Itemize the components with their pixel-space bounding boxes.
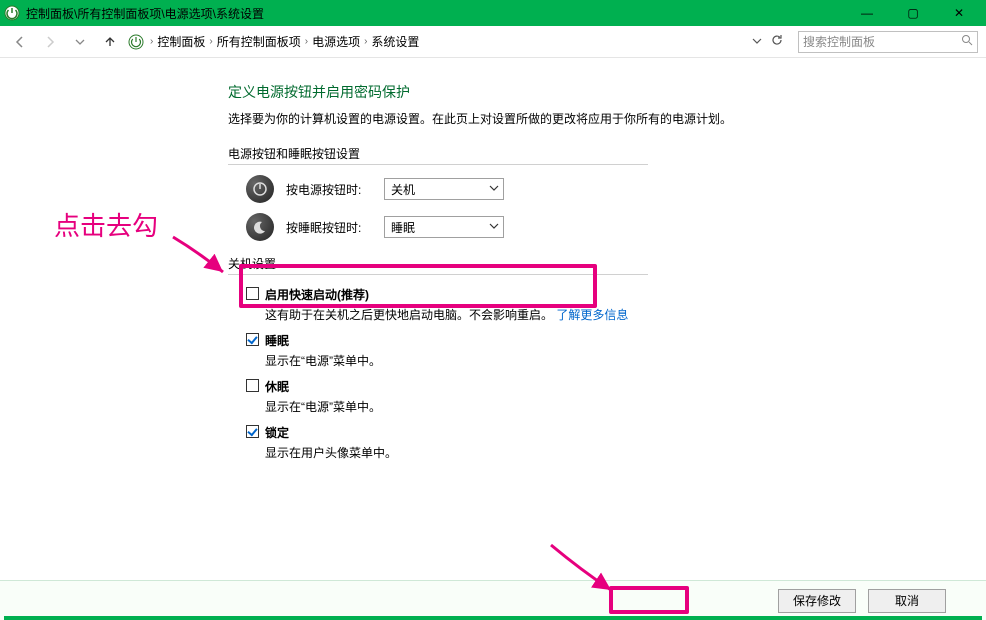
option-hibernate-desc: 显示在“电源”菜单中。 (265, 398, 986, 415)
search-icon (961, 34, 973, 49)
crumb-all-items[interactable]: 所有控制面板项 (217, 33, 301, 50)
title-bar: 控制面板\所有控制面板项\电源选项\系统设置 — ▢ ✕ (0, 0, 986, 26)
row-sleep-button: 按睡眠按钮时: 睡眠 (246, 213, 986, 241)
chevron-down-icon (489, 220, 499, 234)
chevron-right-icon: › (364, 36, 367, 47)
checkbox[interactable] (246, 379, 259, 392)
window-controls: — ▢ ✕ (844, 0, 982, 26)
power-icon (246, 175, 274, 203)
sleep-icon (246, 213, 274, 241)
option-label: 睡眠 (265, 334, 289, 348)
sleep-button-label: 按睡眠按钮时: (286, 219, 372, 236)
annotation-arrow-1 (168, 232, 238, 282)
location-icon (128, 34, 144, 50)
annotation-arrow-2 (546, 540, 626, 600)
sleep-button-select[interactable]: 睡眠 (384, 216, 504, 238)
search-placeholder: 搜索控制面板 (803, 33, 961, 50)
footer-bar: 保存修改 取消 (0, 580, 986, 620)
chevron-right-icon: › (150, 36, 153, 47)
shutdown-options-list: 启用快速启动(推荐) 这有助于在关机之后更快地启动电脑。不会影响重启。 了解更多… (246, 285, 986, 461)
footer-accent (4, 616, 982, 620)
nav-bar: › 控制面板 › 所有控制面板项 › 电源选项 › 系统设置 搜索控制面板 (0, 26, 986, 58)
crumb-control-panel[interactable]: 控制面板 (157, 33, 205, 50)
search-input[interactable]: 搜索控制面板 (798, 31, 978, 53)
chevron-right-icon: › (209, 36, 212, 47)
select-value: 关机 (391, 181, 415, 198)
select-value: 睡眠 (391, 219, 415, 236)
app-icon (4, 5, 20, 21)
section-button-settings: 电源按钮和睡眠按钮设置 按电源按钮时: 关机 按睡眠按钮时: 睡眠 (228, 145, 986, 241)
recent-locations-button[interactable] (68, 30, 92, 54)
option-hibernate[interactable]: 休眠 (246, 377, 986, 396)
option-lock[interactable]: 锁定 (246, 423, 986, 442)
option-lock-desc: 显示在用户头像菜单中。 (265, 444, 986, 461)
address-controls (752, 33, 784, 50)
checkbox[interactable] (246, 425, 259, 438)
power-button-select[interactable]: 关机 (384, 178, 504, 200)
option-fast-startup-desc: 这有助于在关机之后更快地启动电脑。不会影响重启。 了解更多信息 (265, 306, 986, 323)
cancel-button[interactable]: 取消 (868, 589, 946, 613)
back-button[interactable] (8, 30, 32, 54)
chevron-down-icon[interactable] (752, 35, 762, 49)
option-sleep[interactable]: 睡眠 (246, 331, 986, 350)
window-title: 控制面板\所有控制面板项\电源选项\系统设置 (26, 5, 844, 22)
forward-button[interactable] (38, 30, 62, 54)
power-button-label: 按电源按钮时: (286, 181, 372, 198)
close-button[interactable]: ✕ (936, 0, 982, 26)
chevron-right-icon: › (305, 36, 308, 47)
section-title-buttons: 电源按钮和睡眠按钮设置 (228, 145, 648, 165)
checkbox[interactable] (246, 333, 259, 346)
up-button[interactable] (98, 30, 122, 54)
option-label: 休眠 (265, 380, 289, 394)
crumb-power-options[interactable]: 电源选项 (312, 33, 360, 50)
option-label: 锁定 (265, 426, 289, 440)
chevron-down-icon (489, 182, 499, 196)
minimize-button[interactable]: — (844, 0, 890, 26)
crumb-system-settings[interactable]: 系统设置 (371, 33, 419, 50)
save-button[interactable]: 保存修改 (778, 589, 856, 613)
page-subtext: 选择要为你的计算机设置的电源设置。在此页上对设置所做的更改将应用于你所有的电源计… (228, 110, 986, 127)
breadcrumb[interactable]: › 控制面板 › 所有控制面板项 › 电源选项 › 系统设置 (150, 33, 742, 50)
annotation-highlight-fast-startup (239, 264, 597, 308)
option-sleep-desc: 显示在“电源”菜单中。 (265, 352, 986, 369)
page-heading: 定义电源按钮并启用密码保护 (228, 82, 986, 102)
annotation-text: 点击去勾 (54, 206, 158, 243)
row-power-button: 按电源按钮时: 关机 (246, 175, 986, 203)
learn-more-link[interactable]: 了解更多信息 (556, 308, 628, 322)
maximize-button[interactable]: ▢ (890, 0, 936, 26)
refresh-icon[interactable] (770, 33, 784, 50)
content-area: 定义电源按钮并启用密码保护 选择要为你的计算机设置的电源设置。在此页上对设置所做… (0, 58, 986, 461)
